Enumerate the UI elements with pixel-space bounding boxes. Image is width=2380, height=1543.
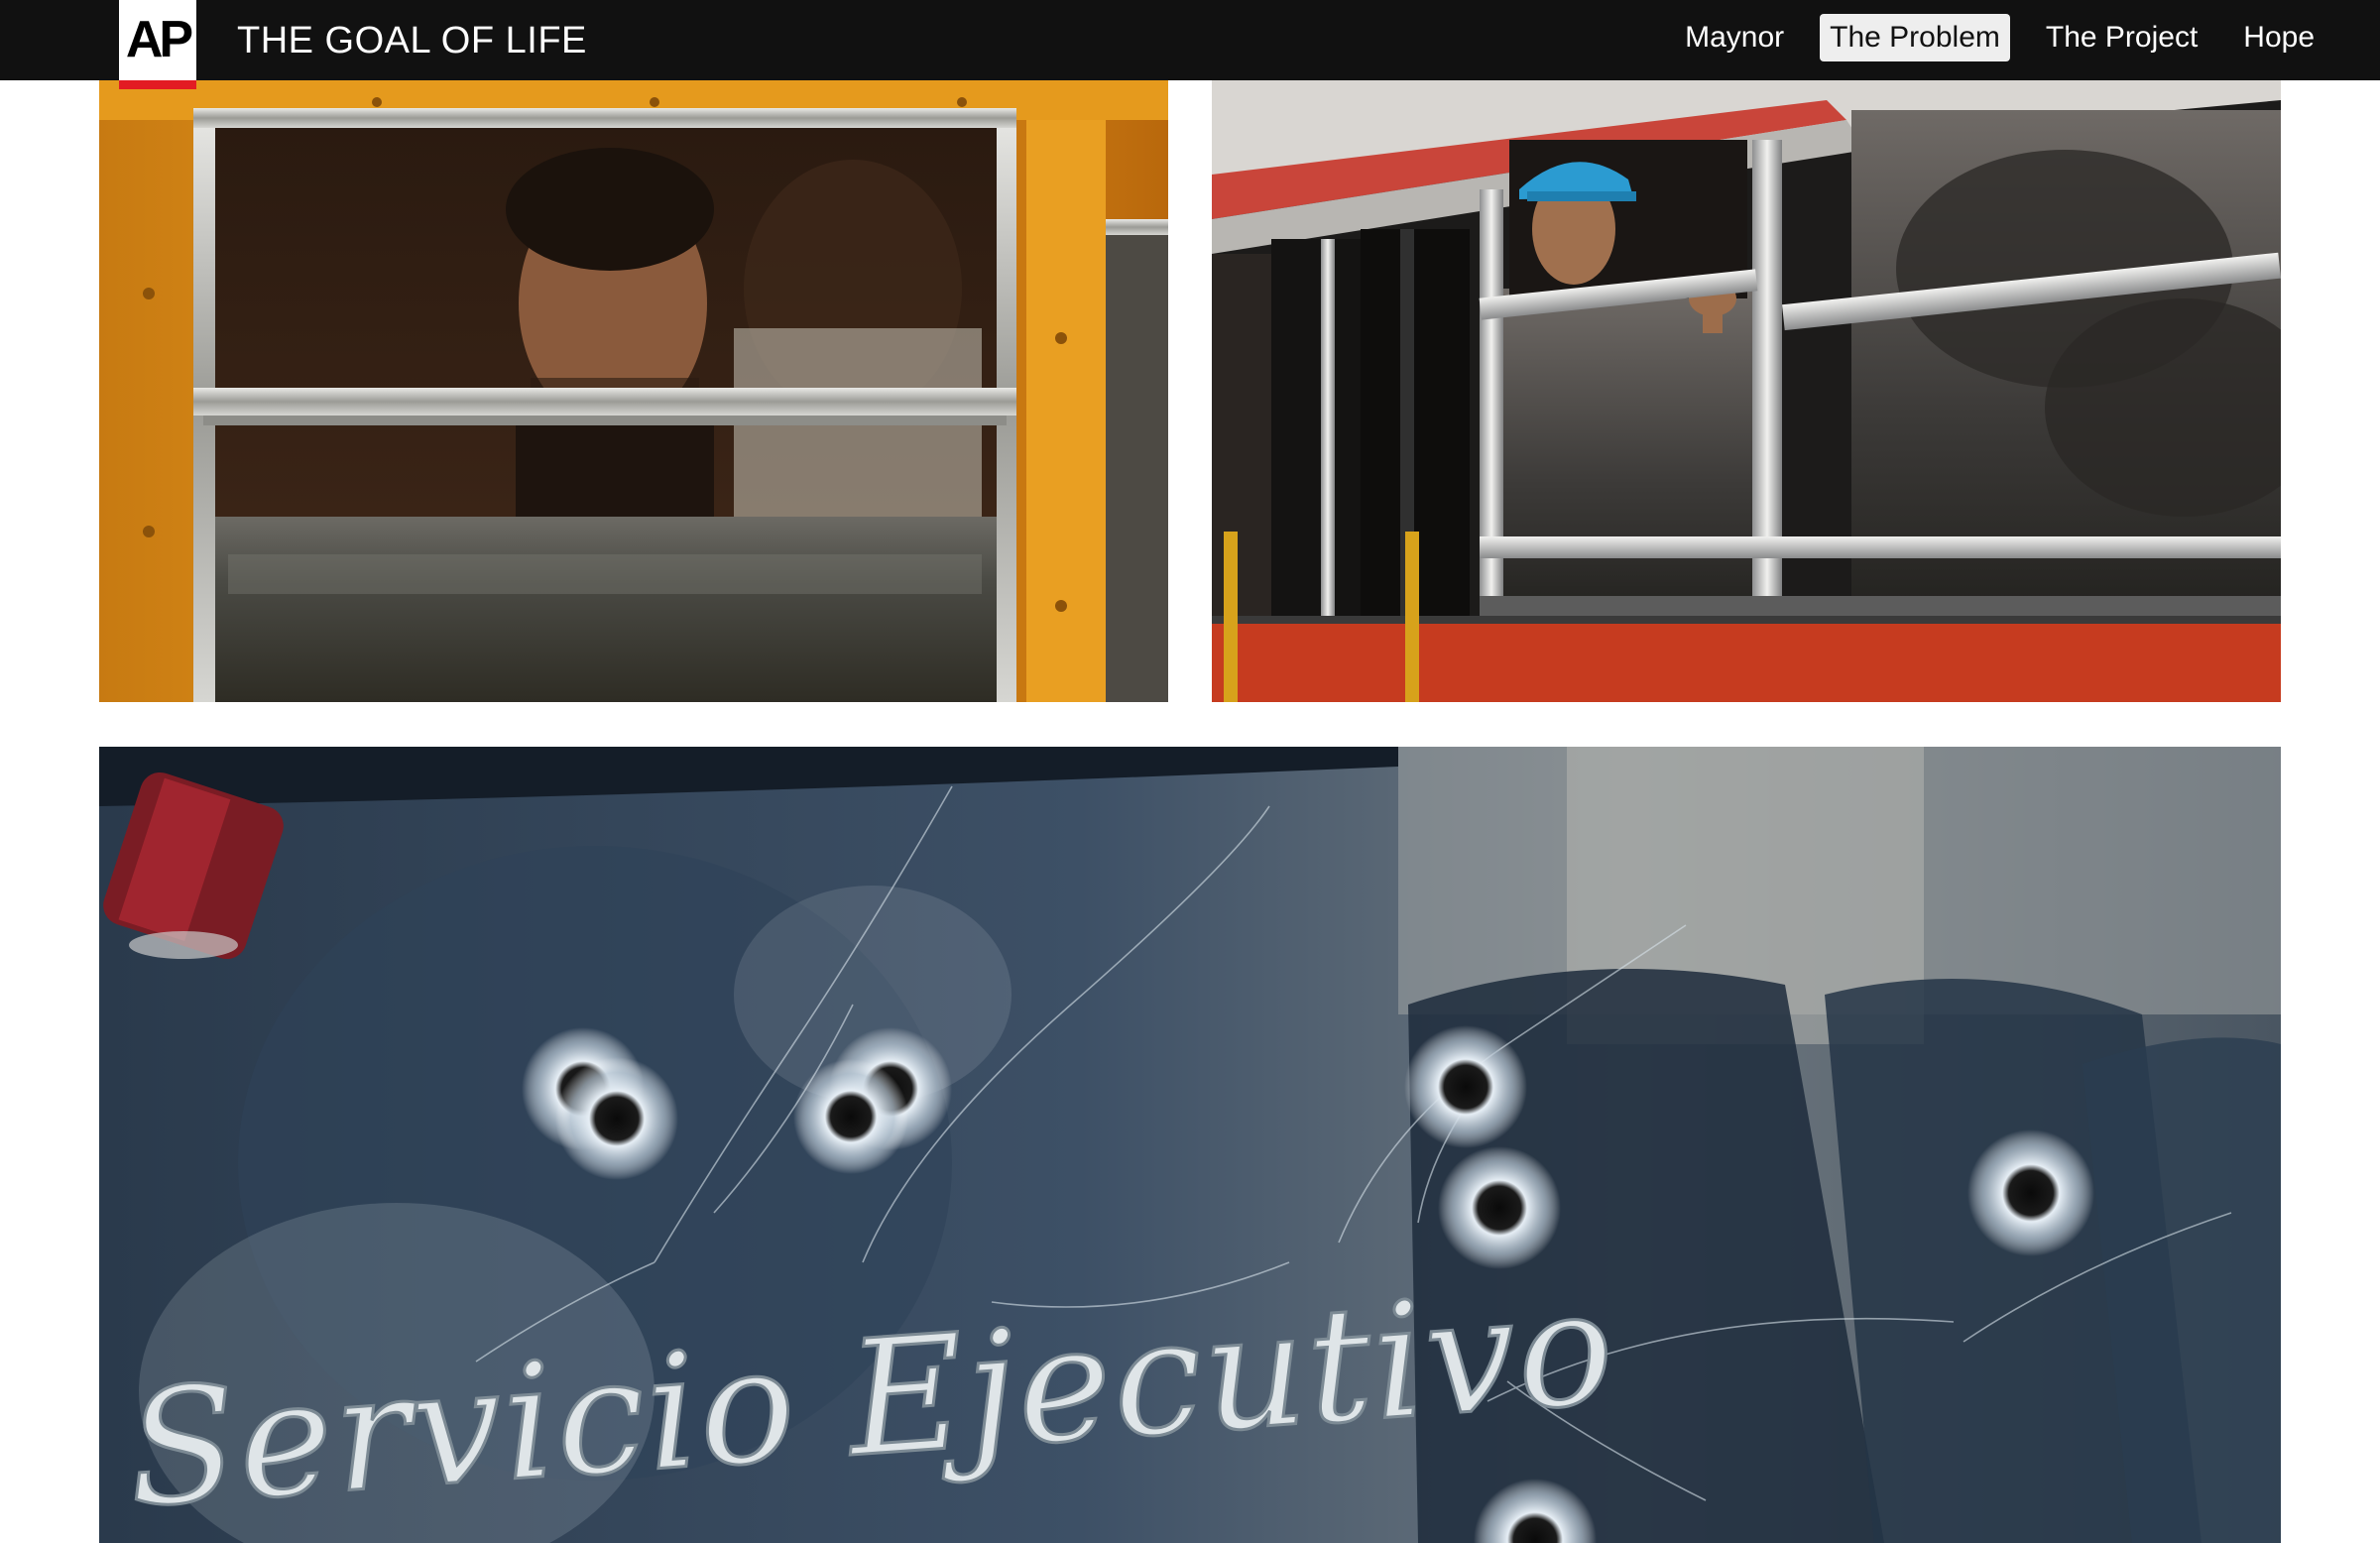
yellow-bus-illustration [99,80,1168,702]
windshield-illustration: Servicio Ejecutivo [99,747,2281,1543]
site-title[interactable]: THE GOAL OF LIFE [237,18,587,63]
nav-link-the-project[interactable]: The Project [2036,14,2207,61]
nav-link-the-problem[interactable]: The Problem [1820,14,2010,61]
photo-red-bus-window [1212,80,2281,702]
ap-logo-text: AP [125,11,193,68]
main-nav: Maynor The Problem The Project Hope [1675,14,2324,61]
photo-bullet-riddled-windshield: Servicio Ejecutivo [99,747,2281,1543]
nav-link-maynor[interactable]: Maynor [1675,14,1794,61]
photo-yellow-bus-window [99,80,1168,702]
ap-logo[interactable]: AP [119,0,196,89]
top-navigation-bar: AP THE GOAL OF LIFE Maynor The Problem T… [0,0,2380,89]
nav-link-hope[interactable]: Hope [2233,14,2324,61]
red-bus-illustration [1212,80,2281,702]
